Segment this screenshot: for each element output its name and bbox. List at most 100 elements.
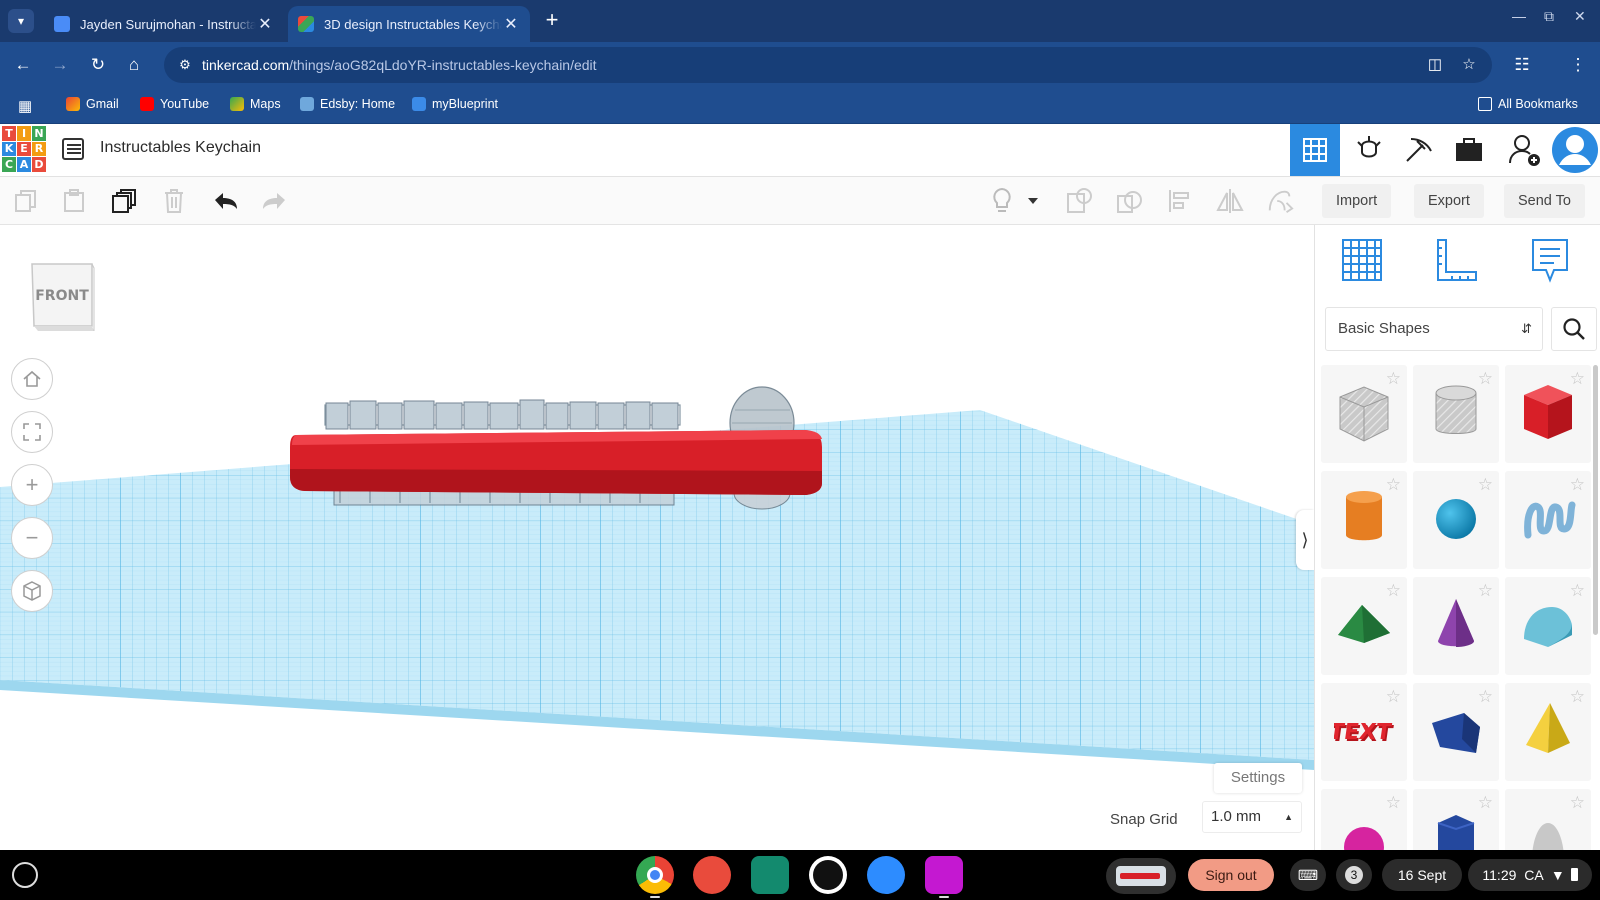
kindle-app-icon[interactable] (809, 856, 847, 894)
tab-docs[interactable]: Jayden Surujmohan - Instructables Keycha… (44, 6, 284, 42)
shape-polygon[interactable]: ☆ (1413, 683, 1499, 781)
settings-button[interactable]: Settings (1214, 763, 1302, 793)
send-to-button[interactable]: Send To (1504, 184, 1585, 218)
design-list-icon[interactable] (62, 138, 84, 160)
scrollbar[interactable] (1593, 365, 1598, 635)
fit-view-button[interactable] (11, 411, 53, 453)
paste-icon[interactable] (60, 187, 88, 215)
close-icon[interactable]: ✕ (502, 14, 520, 34)
shape-round-roof[interactable]: ☆ (1505, 577, 1591, 675)
shape-roof[interactable]: ☆ (1321, 577, 1407, 675)
status-tray[interactable]: 11:29 CA ▼ (1468, 859, 1592, 891)
bookmark-gmail[interactable]: Gmail (66, 97, 119, 111)
zoom-in-button[interactable]: + (11, 464, 53, 506)
minimize-icon[interactable]: — (1512, 8, 1526, 24)
date-button[interactable]: 16 Sept (1382, 859, 1462, 891)
light-bulb-icon[interactable] (988, 187, 1016, 215)
import-button[interactable]: Import (1322, 184, 1392, 218)
canvas-app-icon[interactable] (693, 856, 731, 894)
avatar[interactable] (1550, 124, 1600, 176)
reload-icon[interactable]: ↻ (86, 53, 110, 77)
close-icon[interactable]: ✕ (256, 14, 274, 34)
bookmark-edsby[interactable]: Edsby: Home (300, 97, 395, 111)
site-info-icon[interactable]: ⚙ (176, 56, 194, 74)
forward-icon[interactable]: → (48, 53, 72, 77)
export-button[interactable]: Export (1414, 184, 1484, 218)
group-icon[interactable] (1066, 187, 1094, 215)
bookmark-maps[interactable]: Maps (230, 97, 281, 111)
bookmark-star-icon[interactable]: ☆ (1460, 56, 1478, 74)
ungroup-icon[interactable] (1116, 187, 1144, 215)
shape-cylinder-hole[interactable]: ☆ (1413, 365, 1499, 463)
keychain-text-hole-top[interactable] (324, 399, 681, 430)
snap-grid-select[interactable]: 1.0 mm ▲ (1202, 801, 1302, 833)
shape-box[interactable]: ☆ (1505, 365, 1591, 463)
install-app-icon[interactable]: ◫ (1426, 56, 1444, 74)
keyboard-icon[interactable]: ⌨ (1290, 859, 1326, 891)
undo-icon[interactable] (212, 187, 240, 215)
shape-scribble[interactable]: ☆ (1505, 471, 1591, 569)
projects-icon[interactable] (1444, 124, 1494, 176)
view-cube[interactable]: FRONT (28, 260, 96, 332)
screenshot-app-icon[interactable] (925, 856, 963, 894)
bookmark-myblueprint[interactable]: myBlueprint (412, 97, 498, 111)
redo-icon[interactable] (260, 187, 288, 215)
launcher-button[interactable] (12, 862, 38, 888)
sign-out-button[interactable]: Sign out (1188, 859, 1274, 891)
notification-badge[interactable]: 3 (1336, 859, 1372, 891)
all-bookmarks[interactable]: All Bookmarks (1478, 97, 1578, 111)
tab-search-button[interactable]: ▾ (8, 9, 34, 33)
chrome-app-icon[interactable] (636, 856, 674, 894)
zoom-app-icon[interactable] (867, 856, 905, 894)
shape-category-select[interactable]: Basic Shapes ⇵ (1325, 307, 1543, 351)
address-bar[interactable]: ⚙ tinkercad.com/things/aoG82qLdoYR-instr… (164, 47, 1492, 83)
zoom-out-button[interactable]: − (11, 517, 53, 559)
shape-cone[interactable]: ☆ (1413, 577, 1499, 675)
ruler-icon[interactable] (1433, 237, 1479, 283)
bookmark-youtube[interactable]: YouTube (140, 97, 209, 111)
classroom-app-icon[interactable] (751, 856, 789, 894)
shape-cylinder[interactable]: ☆ (1321, 471, 1407, 569)
shape-pyramid[interactable]: ☆ (1505, 683, 1591, 781)
workplane-tool-icon[interactable] (1339, 237, 1385, 283)
home-view-button[interactable] (11, 358, 53, 400)
cruise-icon[interactable] (1266, 187, 1294, 215)
notes-icon[interactable] (1527, 237, 1573, 283)
tinkercad-logo[interactable]: T I N K E R C A D (2, 126, 46, 172)
extensions-icon[interactable]: ☷ (1510, 53, 1534, 77)
align-icon[interactable] (1166, 187, 1194, 215)
invite-user-icon[interactable] (1500, 124, 1550, 176)
shape-search-button[interactable] (1551, 307, 1597, 351)
close-window-icon[interactable]: ✕ (1574, 8, 1586, 25)
tinkercad-icon (298, 16, 314, 32)
copy-icon[interactable] (12, 187, 40, 215)
workplane[interactable]: FRONT + − ⟩ Settings Snap Grid 1.0 mm ▲ (0, 225, 1314, 850)
workplane-canvas[interactable] (0, 225, 1314, 850)
shape-text[interactable]: ☆ TEXT TEXT (1321, 683, 1407, 781)
sim-lab-icon[interactable] (1344, 124, 1394, 176)
shape-half-sphere[interactable]: ☆ (1321, 789, 1407, 850)
delete-icon[interactable] (160, 187, 188, 215)
duplicate-icon[interactable] (110, 187, 138, 215)
tab-tinkercad[interactable]: 3D design Instructables Keychain ✕ (288, 6, 530, 42)
panel-collapse-button[interactable]: ⟩ (1296, 510, 1314, 570)
mirror-icon[interactable] (1216, 187, 1244, 215)
new-tab-button[interactable]: + (540, 8, 564, 32)
bricks-icon[interactable] (1394, 124, 1444, 176)
3d-view-icon[interactable] (1290, 124, 1340, 176)
shape-paraboloid[interactable]: ☆ (1505, 789, 1591, 850)
url-text[interactable]: tinkercad.com/things/aoG82qLdoYR-instruc… (202, 57, 597, 73)
restore-icon[interactable]: ⧉ (1544, 8, 1554, 25)
chevron-down-icon[interactable] (1024, 187, 1042, 215)
keychain-body[interactable] (290, 430, 822, 495)
more-menu-icon[interactable]: ⋮ (1566, 53, 1590, 77)
shape-box-hole[interactable]: ☆ (1321, 365, 1407, 463)
perspective-button[interactable] (11, 570, 53, 612)
design-title[interactable]: Instructables Keychain (100, 139, 261, 157)
shape-hexagonal-prism[interactable]: ☆ (1413, 789, 1499, 850)
home-icon[interactable]: ⌂ (122, 53, 146, 77)
holding-space-thumbnail[interactable] (1106, 858, 1176, 894)
shape-sphere[interactable]: ☆ (1413, 471, 1499, 569)
apps-grid-icon[interactable]: ▦ (18, 97, 32, 115)
back-icon[interactable]: ← (11, 53, 35, 77)
